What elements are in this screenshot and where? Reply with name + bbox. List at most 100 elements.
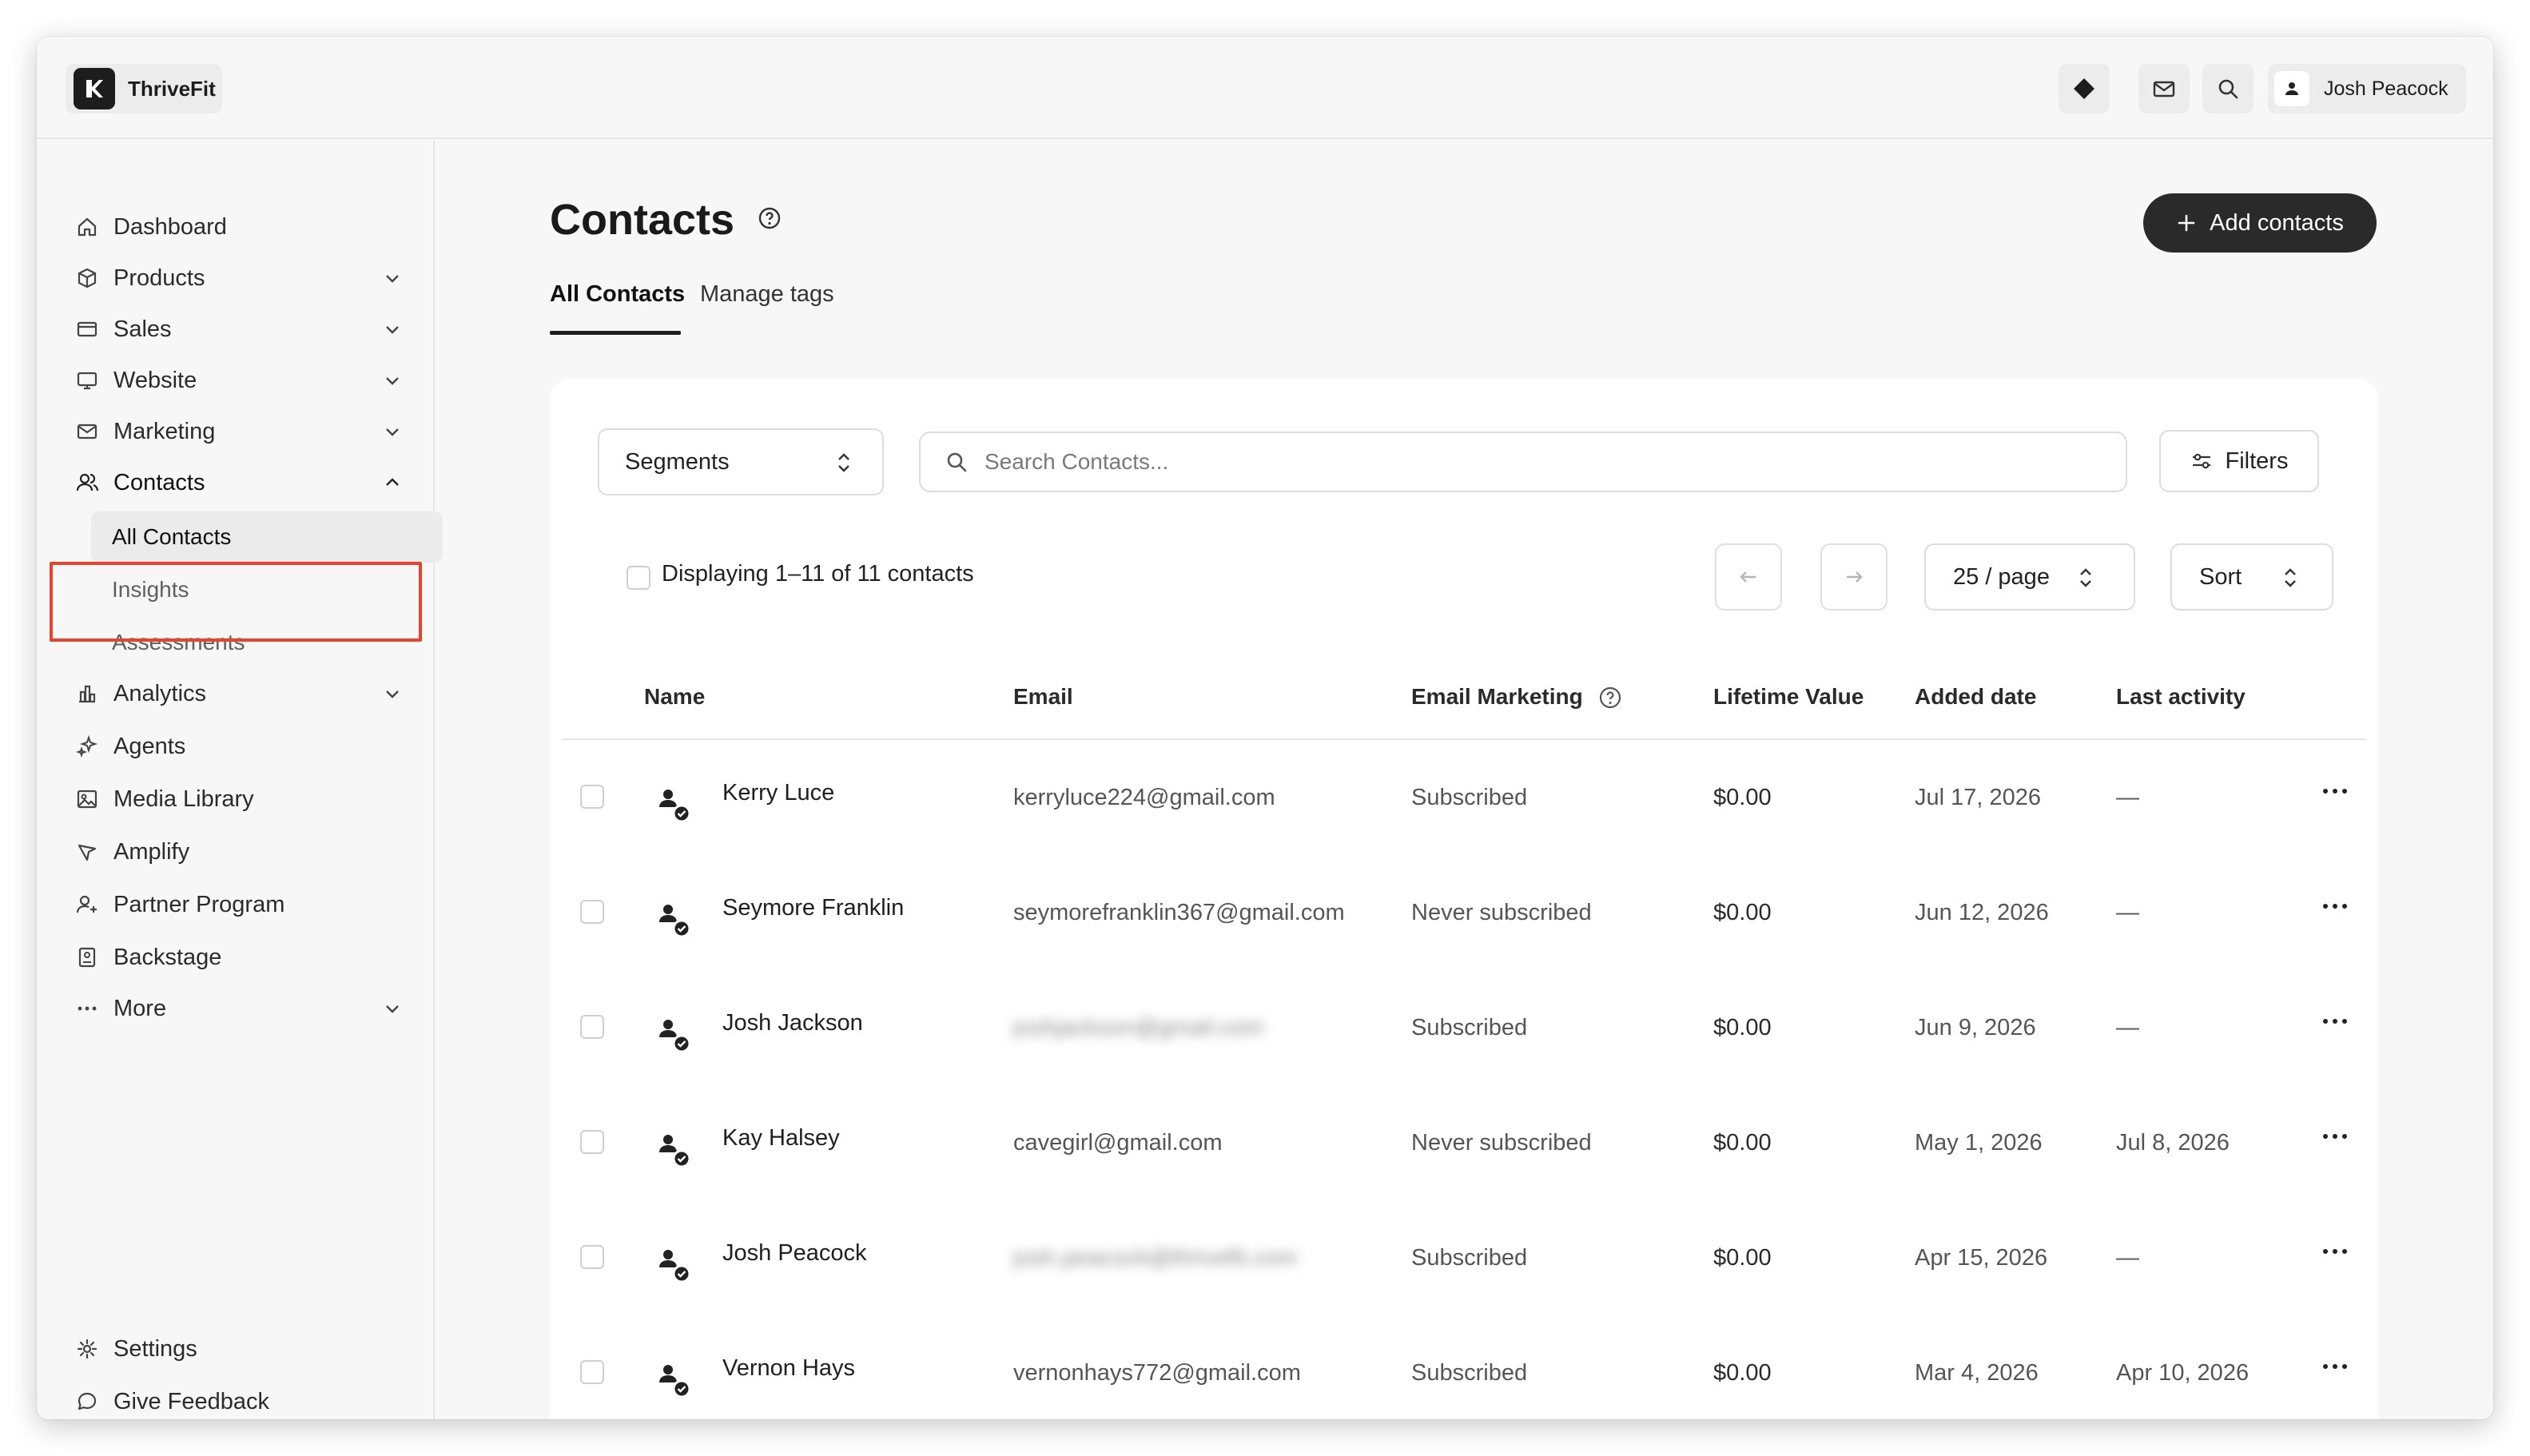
sidebar-item-label: Settings	[113, 1335, 197, 1362]
column-header-added-date[interactable]: Added date	[1915, 684, 2036, 710]
contact-name[interactable]: Kay Halsey	[722, 1125, 840, 1152]
table-row[interactable]: Kay Halsey cavegirl@gmail.com Never subscr…	[550, 1085, 2378, 1200]
sidebar-item-agents[interactable]: Agents	[75, 727, 403, 766]
segments-select[interactable]: Segments	[598, 428, 884, 495]
table-row[interactable]: Kerry Luce kerryluce224@gmail.com Subscrib…	[550, 740, 2378, 855]
sidebar-item-backstage[interactable]: Backstage	[75, 938, 403, 977]
sidebar-item-analytics[interactable]: Analytics	[75, 674, 403, 713]
chat-icon	[75, 1390, 99, 1414]
contact-name[interactable]: Seymore Franklin	[722, 895, 904, 921]
sidebar: Dashboard Products Sales Website Marketi…	[37, 141, 443, 1419]
mail-icon	[2153, 81, 2175, 97]
add-contacts-button[interactable]: Add contacts	[2143, 193, 2377, 253]
contact-name[interactable]: Kerry Luce	[722, 780, 834, 806]
column-header-lifetime-value[interactable]: Lifetime Value	[1713, 684, 1864, 710]
row-checkbox[interactable]	[580, 1245, 604, 1269]
last-activity: Apr 10, 2026	[2116, 1360, 2250, 1386]
email-marketing-status: Never subscribed	[1411, 1130, 1592, 1156]
row-actions-icon[interactable]	[2319, 1015, 2351, 1028]
added-date: May 1, 2026	[1915, 1130, 2043, 1156]
user-menu[interactable]: Josh Peacock	[2268, 64, 2466, 113]
sort-select[interactable]: Sort	[2170, 543, 2333, 611]
row-actions-icon[interactable]	[2319, 900, 2351, 913]
lifetime-value: $0.00	[1713, 1130, 1772, 1156]
row-checkbox[interactable]	[580, 900, 604, 924]
contact-avatar-icon	[659, 905, 691, 938]
column-header-last-activity[interactable]: Last activity	[2116, 684, 2246, 710]
sidebar-item-products[interactable]: Products	[75, 259, 403, 297]
row-checkbox[interactable]	[580, 785, 604, 809]
sidebar-item-more[interactable]: More	[75, 989, 403, 1028]
last-activity: —	[2116, 785, 2139, 810]
sidebar-item-label: Give Feedback	[113, 1388, 270, 1414]
added-date: Mar 4, 2026	[1915, 1360, 2039, 1386]
users-icon	[75, 471, 99, 495]
contact-email: kerryluce224@gmail.com	[1013, 785, 1275, 810]
table-row[interactable]: Vernon Hays vernonhays772@gmail.com Subscr…	[550, 1315, 2378, 1419]
search-input[interactable]	[985, 449, 2103, 475]
added-date: Apr 15, 2026	[1915, 1245, 2048, 1271]
partner-icon	[75, 893, 99, 917]
contact-name[interactable]: Josh Peacock	[722, 1240, 867, 1267]
column-header-name[interactable]: Name	[644, 684, 705, 710]
sidebar-item-label: Amplify	[113, 838, 190, 865]
sidebar-item-label: Media Library	[113, 786, 254, 812]
lifetime-value: $0.00	[1713, 900, 1772, 925]
contact-name[interactable]: Josh Jackson	[722, 1010, 863, 1036]
brand-switcher[interactable]: ThriveFit	[66, 64, 222, 113]
per-page-select[interactable]: 25 / page	[1924, 543, 2135, 611]
prev-page-button[interactable]	[1715, 543, 1782, 611]
row-actions-icon[interactable]	[2319, 785, 2351, 798]
sidebar-item-give-feedback[interactable]: Give Feedback	[75, 1382, 403, 1419]
sidebar-item-settings[interactable]: Settings	[75, 1330, 403, 1368]
tab-all-contacts[interactable]: All Contacts	[550, 281, 685, 308]
sidebar-item-amplify[interactable]: Amplify	[75, 833, 403, 871]
table-row[interactable]: Seymore Franklin seymorefranklin367@gmail…	[550, 855, 2378, 970]
image-icon	[75, 787, 99, 811]
column-header-email[interactable]: Email	[1013, 684, 1073, 710]
sidebar-item-sales[interactable]: Sales	[75, 310, 403, 348]
sidebar-item-partner-program[interactable]: Partner Program	[75, 885, 403, 924]
next-page-button[interactable]	[1820, 543, 1888, 611]
diamond-icon-button[interactable]	[2059, 64, 2110, 113]
arrow-left-icon	[1740, 571, 1756, 583]
sidebar-item-dashboard[interactable]: Dashboard	[75, 208, 403, 246]
sidebar-item-contacts[interactable]: Contacts	[75, 463, 403, 502]
help-icon[interactable]	[758, 206, 782, 230]
inbox-button[interactable]	[2138, 64, 2190, 113]
row-checkbox[interactable]	[580, 1015, 604, 1039]
sidebar-item-label: Marketing	[113, 418, 216, 444]
table-row[interactable]: Josh Jackson joshjackson@gmail.com Subscri…	[550, 970, 2378, 1085]
sidebar-item-label: Website	[113, 367, 197, 393]
lifetime-value: $0.00	[1713, 1245, 1772, 1271]
global-search-button[interactable]	[2202, 64, 2254, 113]
plus-icon	[2178, 214, 2195, 232]
sidebar-item-website[interactable]: Website	[75, 361, 403, 400]
table-row[interactable]: Josh Peacock josh.peacock@thrivefit.com Su…	[550, 1200, 2378, 1315]
backstage-icon	[75, 945, 99, 969]
sidebar-item-marketing[interactable]: Marketing	[75, 412, 403, 451]
tab-manage-tags[interactable]: Manage tags	[700, 281, 834, 308]
row-actions-icon[interactable]	[2319, 1360, 2351, 1373]
contact-name[interactable]: Vernon Hays	[722, 1355, 855, 1382]
sort-label: Sort	[2199, 563, 2242, 590]
row-checkbox[interactable]	[580, 1130, 604, 1154]
filters-button[interactable]: Filters	[2159, 430, 2319, 492]
select-all-checkbox[interactable]	[627, 566, 650, 590]
mail-icon	[75, 420, 99, 444]
sidebar-subitem-all-contacts[interactable]: All Contacts	[91, 511, 443, 563]
row-checkbox[interactable]	[580, 1360, 604, 1384]
sidebar-item-label: Agents	[113, 733, 186, 759]
sidebar-item-media-library[interactable]: Media Library	[75, 780, 403, 818]
chart-icon	[75, 682, 99, 706]
sidebar-item-label: Analytics	[113, 680, 207, 706]
user-name: Josh Peacock	[2324, 77, 2448, 100]
column-header-email-marketing[interactable]: Email Marketing	[1411, 684, 1583, 710]
megaphone-icon	[75, 840, 99, 864]
top-bar: ThriveFit Josh Peacock	[37, 37, 2493, 139]
row-actions-icon[interactable]	[2319, 1245, 2351, 1258]
contact-avatar-icon	[659, 790, 691, 823]
help-icon[interactable]	[1598, 686, 1622, 710]
row-actions-icon[interactable]	[2319, 1130, 2351, 1143]
search-field[interactable]	[919, 432, 2127, 492]
